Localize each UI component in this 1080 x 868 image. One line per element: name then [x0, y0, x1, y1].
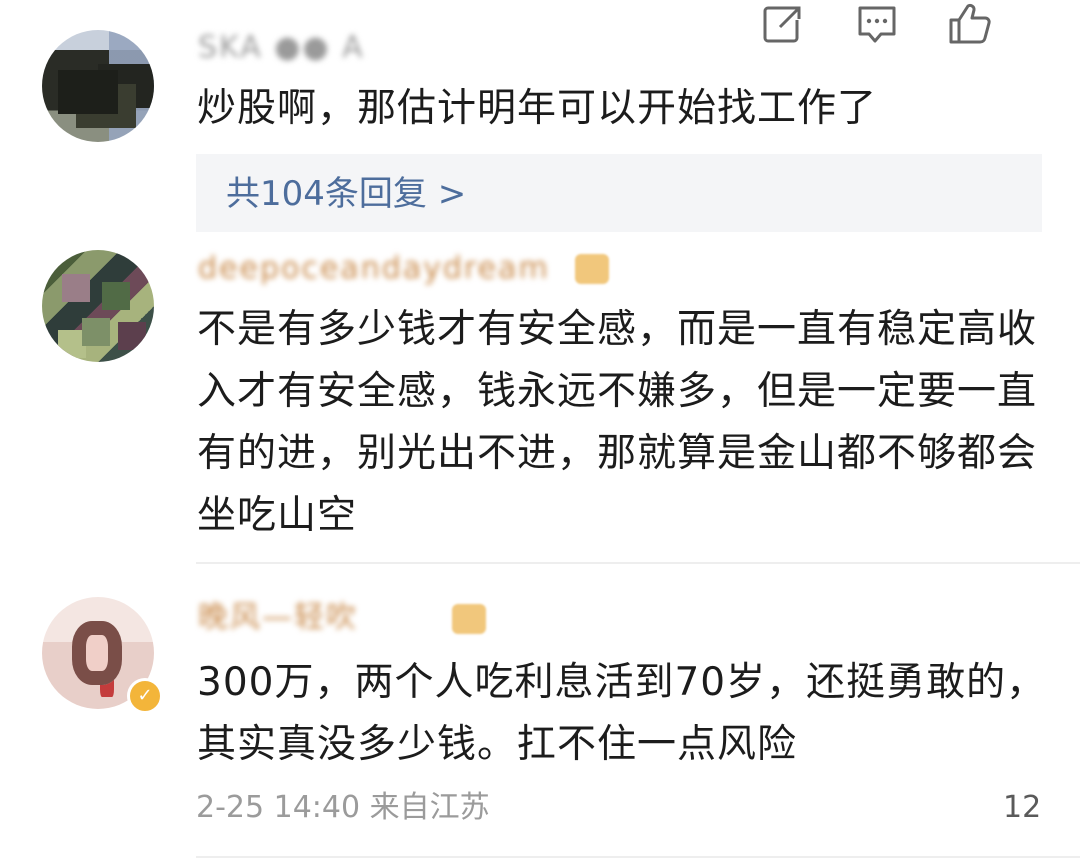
username[interactable]: deepoceandaydream: [198, 251, 550, 287]
share-button[interactable]: [760, 0, 804, 48]
vip-badge-icon: [575, 254, 609, 284]
replies-panel[interactable]: 共104条回复 >: [196, 154, 1042, 232]
like-count: 12: [1003, 790, 1042, 825]
comment-button[interactable]: [855, 0, 899, 48]
timestamp: 2-25 14:40: [196, 790, 361, 825]
like-button[interactable]: [945, 0, 993, 48]
avatar[interactable]: [42, 250, 154, 362]
comment-icon: [858, 6, 896, 43]
divider: [196, 562, 1080, 564]
avatar[interactable]: [42, 30, 154, 142]
vip-badge-icon: [452, 604, 486, 634]
verified-badge-icon: ✓: [127, 678, 163, 714]
divider: [196, 856, 1080, 858]
thumbs-up-icon: [949, 3, 991, 44]
share-icon: [763, 6, 801, 43]
comment-text: 不是有多少钱才有安全感，而是一直有稳定高收入才有安全感，钱永远不嫌多，但是一定要…: [197, 307, 1038, 538]
comment-text: 300万，两个人吃利息活到70岁，还挺勇敢的，其实真没多少钱。扛不住一点风险: [197, 660, 1047, 767]
comment-meta: 2-25 14:40 来自江苏: [196, 788, 490, 828]
view-replies-link[interactable]: 共104条回复 >: [226, 174, 466, 214]
username[interactable]: 晚风—轻吹: [198, 600, 358, 636]
username[interactable]: SKA ●● A: [198, 30, 365, 66]
comment-text: 炒股啊，那估计明年可以开始找工作了: [197, 86, 878, 131]
location: 来自江苏: [369, 790, 490, 825]
